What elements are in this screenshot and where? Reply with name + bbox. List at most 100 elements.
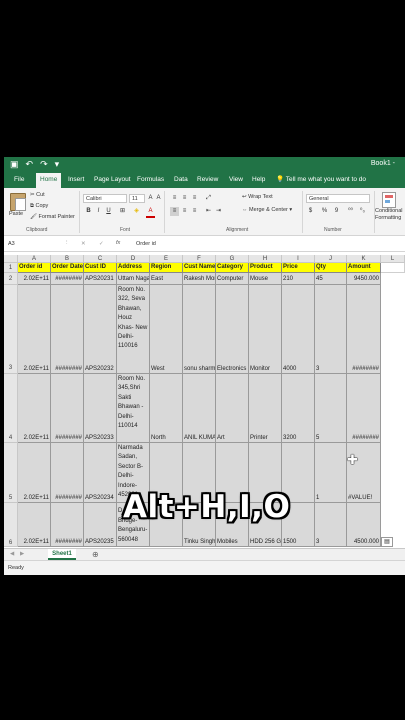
cut-button[interactable]: ✂ Cut: [30, 192, 45, 198]
align-top-icon[interactable]: ≡: [170, 194, 179, 203]
table-cell[interactable]: Uttam Nagar: [117, 273, 150, 285]
table-cell[interactable]: 4000: [282, 285, 315, 374]
header-cell[interactable]: Qty: [315, 263, 347, 273]
sheet-tab[interactable]: Sheet1: [48, 549, 76, 560]
header-cell[interactable]: Product: [249, 263, 282, 273]
number-format-select[interactable]: General: [306, 194, 370, 203]
table-cell[interactable]: Art: [216, 374, 249, 443]
bold-button[interactable]: B: [84, 207, 93, 216]
orientation-icon[interactable]: ⤢: [204, 194, 213, 203]
header-cell[interactable]: Price: [282, 263, 315, 273]
table-cell[interactable]: sonu sharma: [183, 285, 216, 374]
table-cell[interactable]: Computer: [216, 273, 249, 285]
column-header[interactable]: B: [51, 255, 84, 263]
currency-button[interactable]: $: [306, 207, 315, 216]
function-icon[interactable]: fx: [116, 240, 120, 246]
tab-formulas[interactable]: Formulas: [133, 174, 168, 185]
table-cell[interactable]: APS20231: [84, 273, 117, 285]
header-cell[interactable]: Category: [216, 263, 249, 273]
table-cell[interactable]: ########: [347, 374, 381, 443]
tab-home[interactable]: Home: [36, 173, 62, 188]
table-cell[interactable]: North: [150, 374, 183, 443]
table-cell[interactable]: 4500.000: [347, 503, 381, 547]
row-header[interactable]: 5: [4, 443, 18, 503]
table-cell[interactable]: APS20233: [84, 374, 117, 443]
table-cell[interactable]: ########: [51, 443, 84, 503]
underline-button[interactable]: U: [104, 207, 113, 216]
font-color-button[interactable]: A: [146, 207, 155, 218]
row-header[interactable]: 4: [4, 374, 18, 443]
column-header[interactable]: C: [84, 255, 117, 263]
name-box-dropdown-icon[interactable]: ⋮: [64, 240, 70, 246]
table-cell[interactable]: Electronics: [216, 285, 249, 374]
row-header[interactable]: 2: [4, 273, 18, 285]
table-cell[interactable]: 3: [315, 503, 347, 547]
add-sheet-icon[interactable]: ⊕: [92, 550, 99, 559]
table-cell[interactable]: 2.02E+11: [18, 273, 51, 285]
formula-input[interactable]: Order id: [136, 241, 156, 247]
tab-review[interactable]: Review: [193, 174, 222, 185]
table-cell[interactable]: 2.02E+11: [18, 285, 51, 374]
table-cell[interactable]: APS20234: [84, 443, 117, 503]
column-header[interactable]: G: [216, 255, 249, 263]
copy-button[interactable]: ⧉ Copy: [30, 203, 48, 210]
empty-cell[interactable]: [381, 263, 405, 273]
percent-button[interactable]: %: [320, 207, 329, 216]
table-cell[interactable]: Room No. 322, Seva Bhawan, Houz Khas- Ne…: [117, 285, 150, 374]
paste-icon[interactable]: [10, 193, 26, 211]
borders-icon[interactable]: ⊞: [118, 207, 127, 216]
row-header[interactable]: 1: [4, 263, 18, 273]
fill-color-icon[interactable]: ◈: [132, 207, 141, 216]
table-cell[interactable]: ########: [51, 273, 84, 285]
redo-icon[interactable]: ↷: [40, 158, 48, 170]
name-box[interactable]: A3: [8, 241, 15, 247]
tab-page-layout[interactable]: Page Layout: [90, 174, 135, 185]
header-cell[interactable]: Cust Name: [183, 263, 216, 273]
table-cell[interactable]: Monitor: [249, 285, 282, 374]
table-cell[interactable]: 2.02E+11: [18, 503, 51, 547]
paste-options-icon[interactable]: ▤: [381, 537, 393, 547]
align-middle-icon[interactable]: ≡: [180, 194, 189, 203]
table-cell[interactable]: 5: [315, 374, 347, 443]
cancel-icon[interactable]: ✕: [81, 241, 86, 247]
table-cell[interactable]: Printer: [249, 374, 282, 443]
table-cell[interactable]: 45: [315, 273, 347, 285]
save-icon[interactable]: ▣: [10, 158, 19, 170]
header-cell[interactable]: Order id: [18, 263, 51, 273]
table-cell[interactable]: ANIL KUMAR: [183, 374, 216, 443]
header-cell[interactable]: Order Date: [51, 263, 84, 273]
decrease-indent-icon[interactable]: ⇤: [204, 207, 213, 216]
table-cell[interactable]: 9450.000: [347, 273, 381, 285]
table-cell[interactable]: Room No. 345,Shri Sakti Bhawan -Delhi- 1…: [117, 374, 150, 443]
header-cell[interactable]: Cust ID: [84, 263, 117, 273]
next-sheet-icon[interactable]: ▶: [20, 551, 24, 557]
merge-center-button[interactable]: ⇔ Merge & Center ▾: [242, 207, 292, 213]
table-cell[interactable]: 3200: [282, 374, 315, 443]
column-header[interactable]: A: [18, 255, 51, 263]
align-center-icon[interactable]: ≡: [180, 207, 189, 216]
column-header[interactable]: L: [381, 255, 405, 263]
table-cell[interactable]: ########: [51, 285, 84, 374]
table-cell[interactable]: West: [150, 285, 183, 374]
column-header[interactable]: E: [150, 255, 183, 263]
tab-file[interactable]: File: [10, 174, 28, 185]
shrink-font-icon[interactable]: A: [154, 194, 163, 203]
increase-indent-icon[interactable]: ⇥: [214, 207, 223, 216]
prev-sheet-icon[interactable]: ◀: [10, 551, 14, 557]
tell-me-box[interactable]: 💡 Tell me what you want to do: [276, 174, 366, 185]
table-cell[interactable]: 210: [282, 273, 315, 285]
decrease-decimal-icon[interactable]: ⁰₀: [358, 207, 367, 216]
wrap-text-button[interactable]: ↩ Wrap Text: [242, 194, 273, 200]
row-header[interactable]: 3: [4, 285, 18, 374]
row-header[interactable]: 6: [4, 503, 18, 547]
tab-insert[interactable]: Insert: [64, 174, 88, 185]
table-cell[interactable]: 2.02E+11: [18, 374, 51, 443]
column-header[interactable]: H: [249, 255, 282, 263]
customize-icon[interactable]: ▾: [55, 158, 60, 170]
enter-icon[interactable]: ✓: [99, 241, 104, 247]
column-header[interactable]: I: [282, 255, 315, 263]
align-left-icon[interactable]: ≡: [170, 207, 179, 216]
table-cell[interactable]: APS20235: [84, 503, 117, 547]
table-cell[interactable]: 3: [315, 285, 347, 374]
table-cell[interactable]: ########: [51, 503, 84, 547]
